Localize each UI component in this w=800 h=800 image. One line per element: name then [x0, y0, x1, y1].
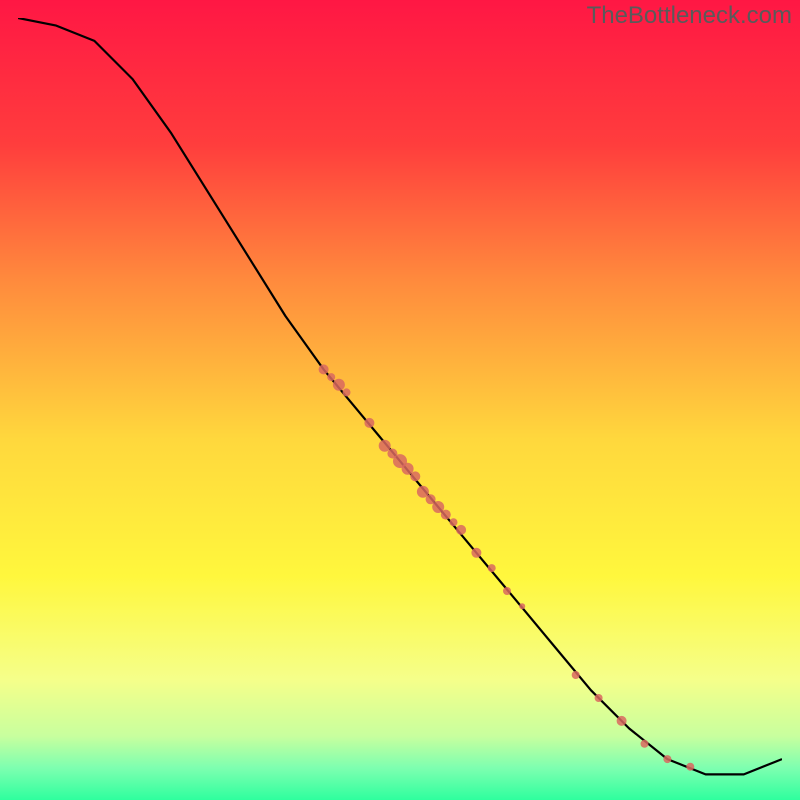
data-point [572, 671, 580, 679]
data-point [686, 763, 694, 771]
data-point [364, 418, 374, 428]
data-point [595, 694, 603, 702]
data-point [410, 471, 420, 481]
data-point [503, 587, 511, 595]
data-point [456, 525, 466, 535]
data-point [663, 755, 671, 763]
data-point [327, 373, 335, 381]
scatter-points [319, 364, 695, 770]
chart-container: TheBottleneck.com [0, 0, 800, 800]
data-point [319, 364, 329, 374]
watermark-text: TheBottleneck.com [587, 2, 792, 30]
bottleneck-curve [18, 18, 782, 774]
data-point [441, 510, 451, 520]
data-point [450, 518, 458, 526]
data-point [617, 716, 627, 726]
data-point [488, 564, 496, 572]
data-point [519, 603, 525, 609]
data-point [641, 740, 649, 748]
data-point [343, 388, 351, 396]
plot-svg [18, 18, 782, 782]
data-point [333, 379, 345, 391]
data-point [471, 548, 481, 558]
